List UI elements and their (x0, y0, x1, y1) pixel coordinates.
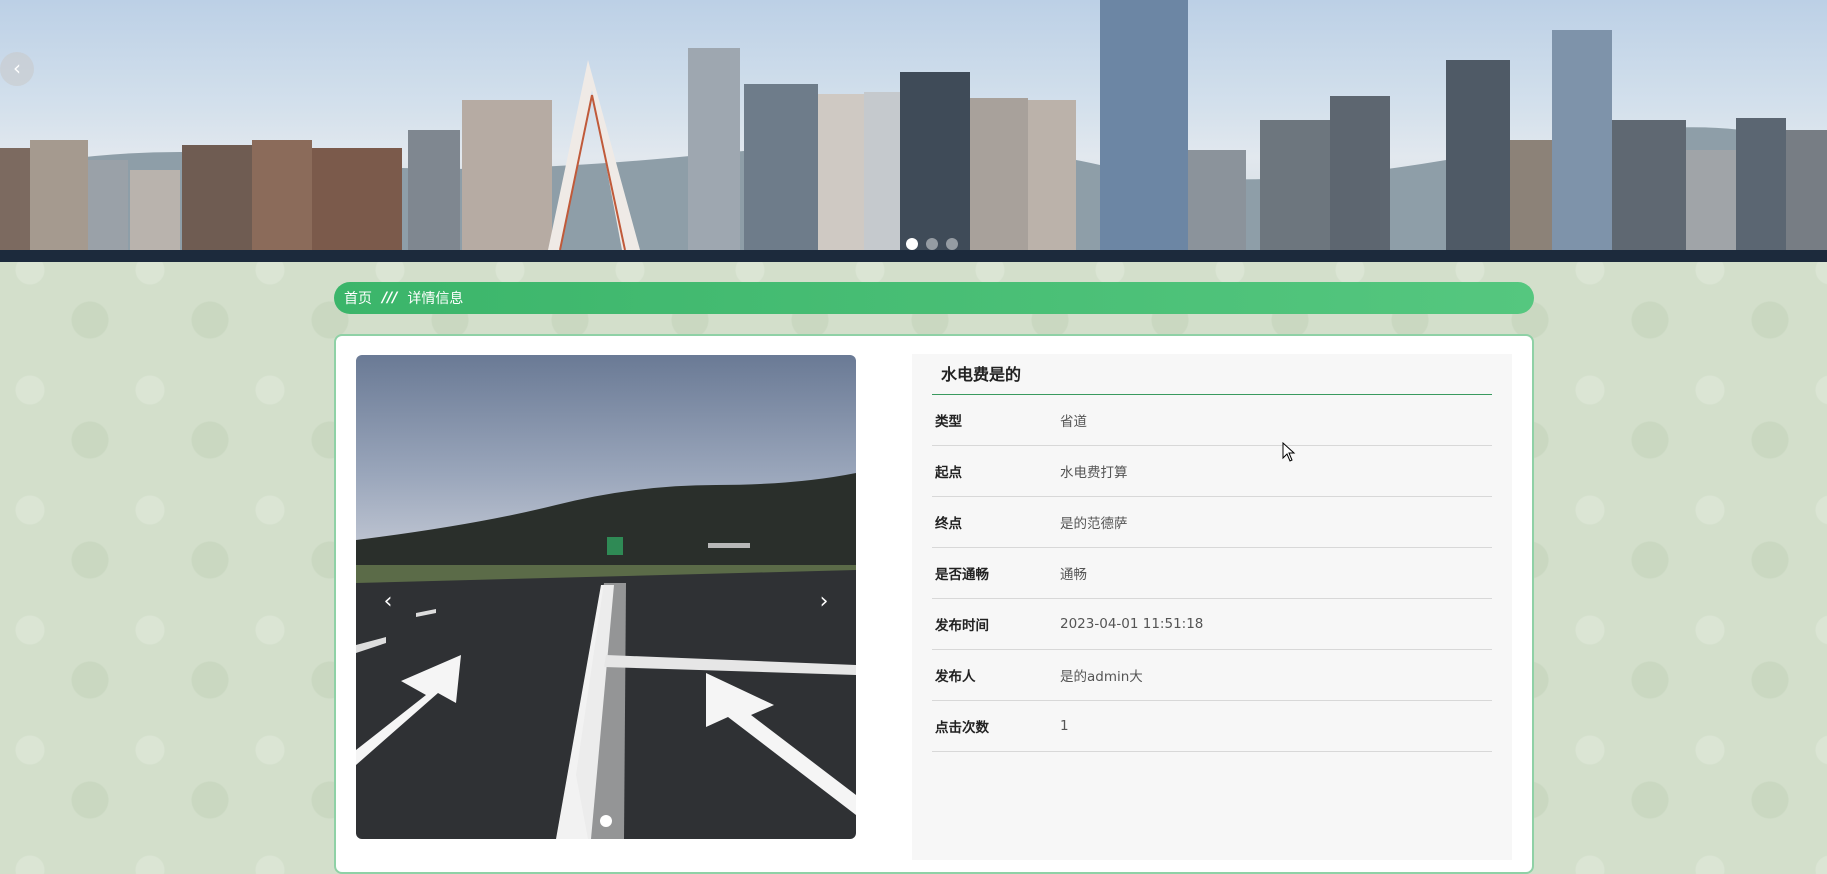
banner-dot[interactable] (926, 238, 938, 250)
detail-info-panel: 水电费是的 类型 省道 起点 水电费打算 终点 是的范德萨 是否通畅 通畅 发布… (912, 354, 1512, 860)
breadcrumb-separator: /// (382, 290, 398, 306)
field-label: 发布人 (935, 669, 976, 685)
field-value: 2023-04-01 11:51:18 (1060, 616, 1204, 632)
detail-row-clicks: 点击次数 1 (932, 701, 1492, 752)
field-value: 通畅 (1060, 567, 1087, 583)
breadcrumb-home-link[interactable]: 首页 (344, 288, 372, 308)
field-label: 发布时间 (935, 618, 989, 634)
gallery-dot[interactable] (600, 815, 612, 827)
banner-prev-button[interactable]: ‹ (0, 52, 34, 86)
field-value: 是的范德萨 (1060, 516, 1128, 532)
breadcrumb-current: 详情信息 (407, 291, 464, 307)
field-label: 是否通畅 (935, 567, 989, 583)
detail-row-type: 类型 省道 (932, 395, 1492, 446)
field-label: 终点 (935, 516, 962, 532)
detail-title: 水电费是的 (932, 354, 1492, 395)
banner-carousel[interactable]: ‹ (0, 0, 1827, 262)
field-label: 点击次数 (935, 720, 989, 736)
detail-row-publisher: 发布人 是的admin大 (932, 650, 1492, 701)
mouse-cursor-icon (1282, 442, 1296, 462)
detail-row-status: 是否通畅 通畅 (932, 548, 1492, 599)
city-skyline-image (0, 0, 1827, 262)
banner-dot[interactable] (906, 238, 918, 250)
detail-row-publish-time: 发布时间 2023-04-01 11:51:18 (932, 599, 1492, 650)
road-photo (356, 355, 856, 839)
field-value: 水电费打算 (1060, 465, 1128, 481)
detail-row-end: 终点 是的范德萨 (932, 497, 1492, 548)
field-value: 省道 (1060, 414, 1087, 430)
gallery-next-button[interactable]: › (812, 587, 836, 617)
detail-row-start: 起点 水电费打算 (932, 446, 1492, 497)
gallery-prev-button[interactable]: ‹ (376, 587, 400, 617)
field-value: 1 (1060, 718, 1069, 734)
banner-dot[interactable] (946, 238, 958, 250)
banner-pagination (906, 238, 958, 250)
breadcrumb: 首页 /// 详情信息 (334, 282, 1534, 314)
image-gallery[interactable]: ‹ › (356, 355, 856, 839)
field-value: 是的admin大 (1060, 669, 1143, 685)
field-label: 类型 (935, 414, 962, 430)
field-label: 起点 (935, 465, 962, 481)
